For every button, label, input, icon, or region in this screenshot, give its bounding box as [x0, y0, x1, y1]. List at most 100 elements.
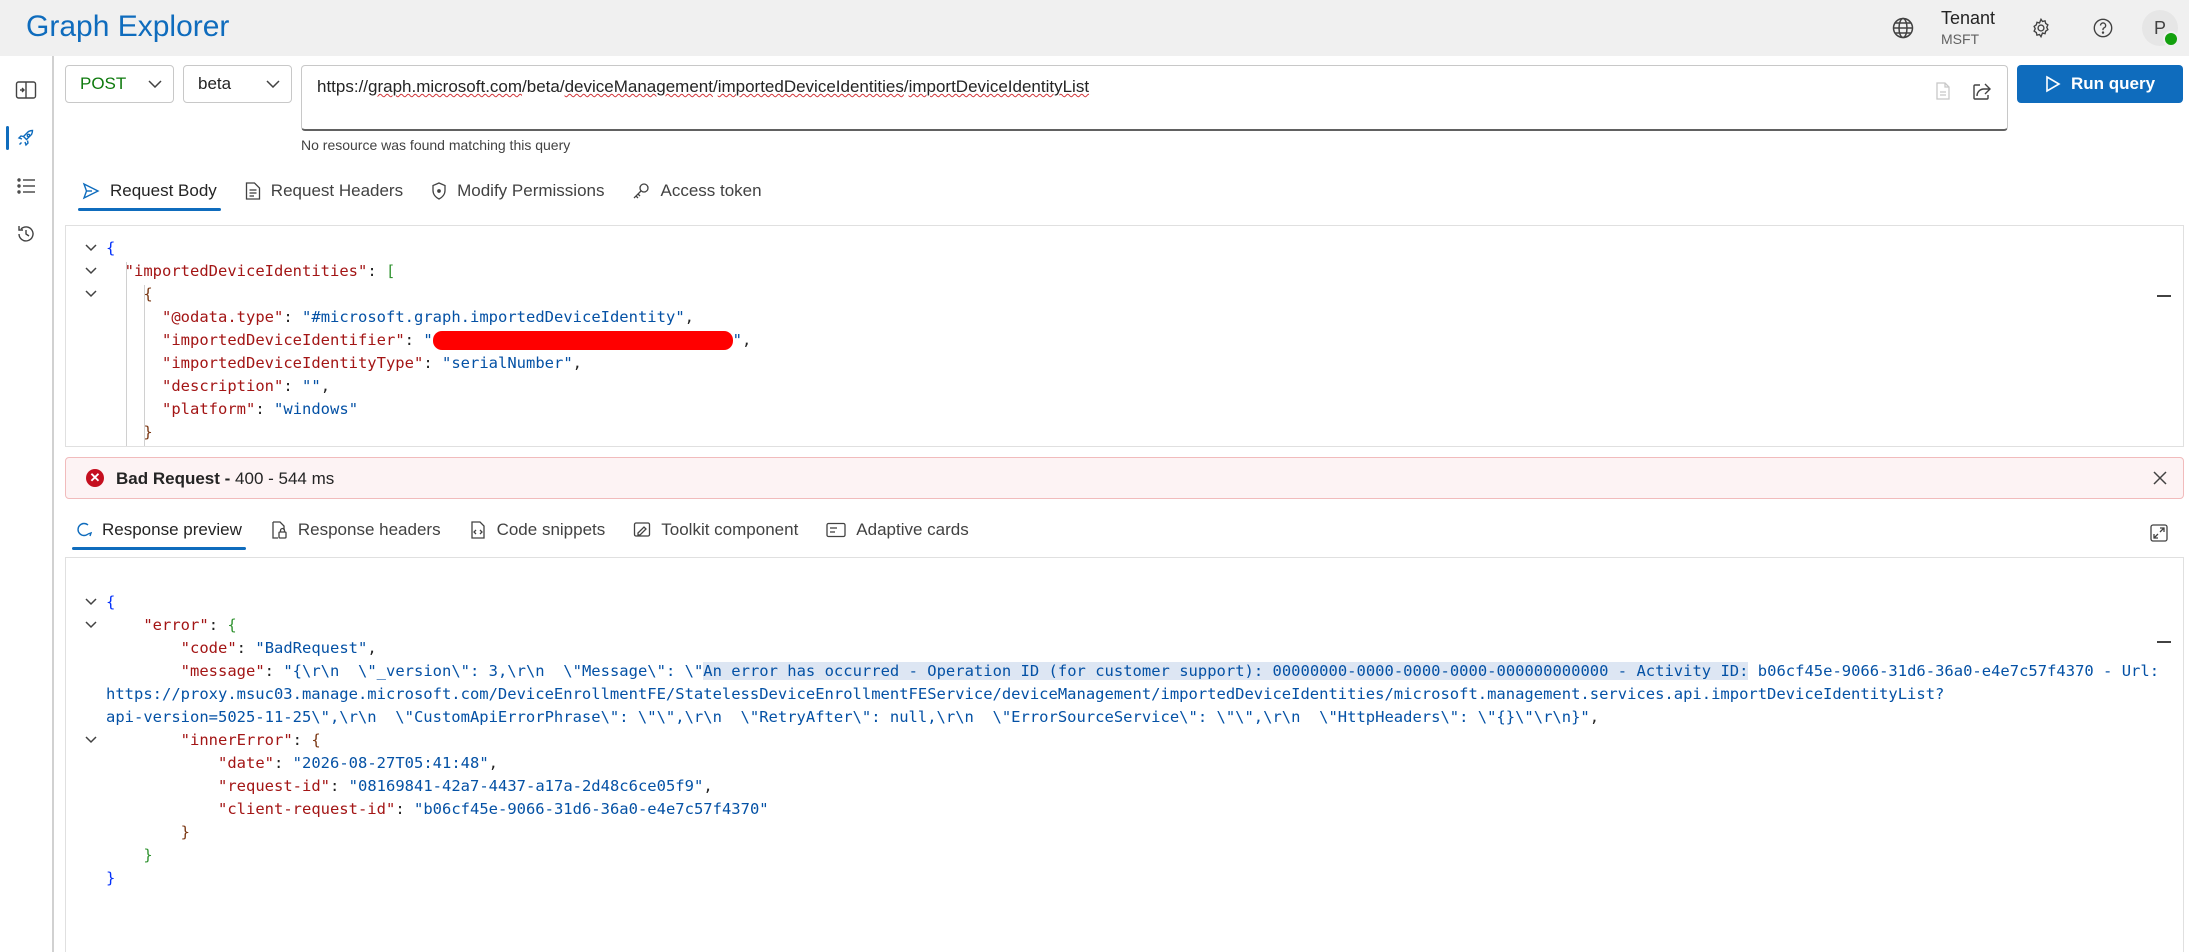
- toolkit-icon: [634, 522, 651, 537]
- close-icon[interactable]: [2151, 469, 2169, 492]
- json-value: #microsoft.graph.importedDeviceIdentity: [311, 308, 676, 326]
- status-detail: 400 - 544 ms: [235, 469, 335, 488]
- history-icon: [18, 226, 34, 242]
- url-input[interactable]: https://graph.microsoft.com/beta/deviceM…: [301, 65, 2008, 131]
- json-key: description: [171, 377, 274, 395]
- list-icon: [17, 178, 35, 194]
- json-value: https://proxy.msuc03.manage.microsoft.co…: [106, 685, 1945, 703]
- json-key: error: [152, 616, 200, 634]
- tab-label: Request Body: [110, 181, 217, 200]
- response-arrow-icon: [77, 522, 92, 537]
- fold-chevron-icon[interactable]: [83, 732, 99, 748]
- key-icon: [634, 183, 650, 199]
- tenant-name: MSFT: [1941, 31, 1980, 47]
- url-part: importDeviceIdentityList: [908, 77, 1090, 96]
- tab-response-preview[interactable]: Response preview: [72, 510, 246, 550]
- app-title[interactable]: Graph Explorer: [26, 10, 229, 44]
- avatar[interactable]: P: [2142, 10, 2179, 47]
- fold-chevron-icon[interactable]: [83, 594, 99, 610]
- request-body-editor[interactable]: { "importedDeviceIdentities": [ { "@odat…: [65, 225, 2184, 447]
- card-icon: [826, 522, 846, 538]
- presence-available-icon: [2163, 31, 2179, 47]
- tab-toolkit-component[interactable]: Toolkit component: [629, 510, 802, 550]
- json-value: BadRequest: [264, 639, 359, 657]
- method-dropdown[interactable]: POST: [65, 65, 174, 103]
- sidebar-toggle-icon[interactable]: [0, 68, 52, 112]
- response-json: { "error": { "code": "BadRequest", "mess…: [106, 593, 2160, 887]
- request-json: { "importedDeviceIdentities": [ { "@odat…: [106, 239, 752, 441]
- url-part: graph.microsoft.com: [368, 77, 523, 96]
- sidebar-item-history[interactable]: [0, 212, 52, 256]
- globe-icon[interactable]: [1888, 14, 1918, 42]
- sidebar-item-resources[interactable]: [0, 164, 52, 208]
- url-prefix: https://: [317, 77, 369, 96]
- fold-chevron-icon[interactable]: [83, 263, 99, 279]
- json-key: @odata.type: [171, 308, 274, 326]
- tab-adaptive-cards[interactable]: Adaptive cards: [822, 510, 972, 550]
- top-bar: Graph Explorer Tenant MSFT P: [0, 0, 2189, 56]
- document-lock-icon: [272, 521, 287, 539]
- url-part: deviceManagement: [564, 77, 713, 96]
- tab-access-token[interactable]: Access token: [628, 171, 765, 211]
- response-tabs: Response preview Response headers Code s…: [72, 510, 993, 550]
- tab-request-body[interactable]: Request Body: [78, 171, 221, 211]
- collapse-icon[interactable]: [2157, 641, 2171, 643]
- chevron-down-icon: [255, 80, 291, 88]
- json-key: request-id: [227, 777, 321, 795]
- error-circle-icon: ✕: [86, 469, 104, 487]
- json-key: innerError: [190, 731, 284, 749]
- tab-label: Response headers: [297, 520, 441, 539]
- version-dropdown[interactable]: beta: [183, 65, 292, 103]
- share-icon[interactable]: [1970, 80, 1994, 102]
- no-resource-message: No resource was found matching this quer…: [301, 137, 571, 153]
- request-tabs: Request Body Request Headers Modify Perm…: [78, 171, 786, 211]
- version-value: beta: [198, 74, 232, 93]
- code-document-icon: [470, 521, 485, 539]
- json-value: serialNumber: [451, 354, 564, 372]
- status-text: Bad Request - 400 - 544 ms: [116, 469, 334, 489]
- tab-label: Toolkit component: [661, 520, 799, 539]
- tenant-label: Tenant: [1941, 8, 1996, 28]
- url-part: importedDeviceIdentities: [717, 77, 904, 96]
- json-key: code: [190, 639, 228, 657]
- json-key: message: [190, 662, 256, 680]
- chevron-down-icon: [137, 80, 173, 88]
- json-value: windows: [283, 400, 349, 418]
- expand-icon[interactable]: [2148, 522, 2170, 544]
- tab-label: Access token: [660, 181, 762, 200]
- tab-label: Code snippets: [496, 520, 606, 539]
- document-text-icon: [245, 182, 260, 200]
- shield-icon: [432, 182, 446, 200]
- sidebar-item-sample-queries[interactable]: [0, 116, 52, 160]
- document-icon[interactable]: [1932, 80, 1954, 102]
- fold-chevron-icon[interactable]: [83, 286, 99, 302]
- tenant-info[interactable]: Tenant MSFT: [1941, 8, 1995, 47]
- collapse-icon[interactable]: [2157, 295, 2171, 297]
- method-value: POST: [80, 74, 127, 93]
- tab-request-headers[interactable]: Request Headers: [241, 171, 407, 211]
- tab-label: Modify Permissions: [457, 181, 605, 200]
- json-key: importedDeviceIdentifier: [171, 331, 396, 349]
- tab-modify-permissions[interactable]: Modify Permissions: [427, 171, 608, 211]
- help-icon[interactable]: [2088, 14, 2118, 42]
- json-value: 08169841-42a7-4437-a17a-2d48c6ce05f9: [358, 777, 694, 795]
- status-label: Bad Request -: [116, 469, 231, 488]
- tab-label: Response preview: [102, 520, 242, 539]
- fold-chevron-icon[interactable]: [83, 240, 99, 256]
- json-value: b06cf45e-9066-31d6-36a0-e4e7c57f4370: [423, 800, 760, 818]
- run-query-button[interactable]: Run query: [2017, 65, 2183, 103]
- gear-icon[interactable]: [2026, 14, 2056, 42]
- response-preview-editor[interactable]: { "error": { "code": "BadRequest", "mess…: [65, 557, 2184, 952]
- sidebar: [0, 56, 54, 952]
- tab-label: Adaptive cards: [856, 520, 969, 539]
- json-value: api-version=5025-11-25\",\r\n \"CustomAp…: [106, 708, 1590, 726]
- url-part: /beta/: [522, 77, 565, 96]
- json-key: platform: [171, 400, 246, 418]
- json-key: importedDeviceIdentities: [134, 262, 358, 280]
- tab-code-snippets[interactable]: Code snippets: [465, 510, 610, 550]
- fold-chevron-icon[interactable]: [83, 617, 99, 633]
- redacted-value: [432, 331, 733, 350]
- json-key: date: [227, 754, 265, 772]
- tab-response-headers[interactable]: Response headers: [266, 510, 445, 550]
- json-key: importedDeviceIdentityType: [171, 354, 414, 372]
